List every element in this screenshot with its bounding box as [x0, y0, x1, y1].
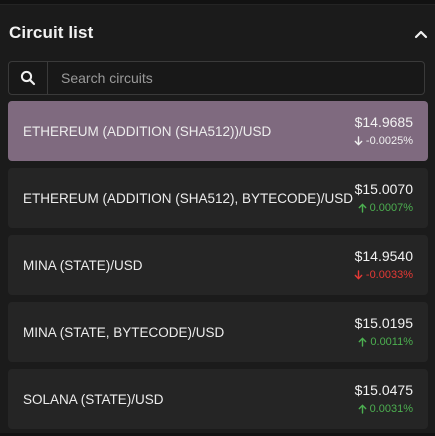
circuit-price: $14.9685 — [354, 114, 413, 130]
circuit-price: $15.0195 — [354, 315, 413, 331]
circuit-price: $15.0070 — [354, 181, 413, 197]
arrow-up-icon — [358, 203, 367, 213]
panel-header: Circuit list — [0, 5, 435, 61]
circuit-change: 0.0011% — [358, 336, 413, 348]
circuit-name: SOLANA (STATE)/USD — [23, 391, 164, 407]
arrow-up-icon — [358, 404, 367, 414]
search-icon — [20, 70, 36, 86]
circuit-price: $14.9540 — [354, 248, 413, 264]
circuit-name: MINA (STATE)/USD — [23, 257, 143, 273]
circuit-list-item[interactable]: ETHEREUM (ADDITION (SHA512), BYTECODE)/U… — [8, 168, 428, 228]
circuit-change: 0.0007% — [358, 202, 413, 214]
circuit-change-value: 0.0031% — [369, 403, 413, 415]
circuit-list-item[interactable]: ETHEREUM (ADDITION (SHA512))/USD $14.9685… — [8, 101, 428, 161]
circuit-change-value: -0.0033% — [365, 269, 413, 281]
arrow-down-icon — [354, 270, 363, 280]
circuit-list-item[interactable]: SOLANA (STATE)/USD $15.0475 0.0031% — [8, 369, 428, 429]
collapse-button[interactable] — [413, 27, 429, 41]
search-box — [8, 61, 425, 95]
search-input[interactable] — [48, 62, 418, 94]
search-button[interactable] — [9, 62, 48, 94]
circuit-name: MINA (STATE, BYTECODE)/USD — [23, 324, 225, 340]
circuit-name: ETHEREUM (ADDITION (SHA512))/USD — [23, 123, 272, 139]
circuit-price: $15.0475 — [354, 382, 413, 398]
circuit-change-value: -0.0025% — [365, 135, 413, 147]
chevron-up-icon — [414, 30, 428, 39]
arrow-up-icon — [358, 337, 367, 347]
panel-title: Circuit list — [9, 23, 94, 42]
arrow-down-icon — [354, 136, 363, 146]
circuit-change: -0.0033% — [354, 269, 413, 281]
circuit-change-value: 0.0011% — [370, 336, 413, 348]
circuit-change-value: 0.0007% — [369, 202, 413, 214]
circuit-list: ETHEREUM (ADDITION (SHA512))/USD $14.9685… — [8, 101, 428, 436]
circuit-list-item[interactable]: MINA (STATE, BYTECODE)/USD $15.0195 0.0011… — [8, 302, 428, 362]
circuit-list-panel: Circuit list ETHEREUM (ADDITION (SHA512)… — [0, 4, 435, 433]
circuit-list-item[interactable]: MINA (STATE)/USD $14.9540 -0.0033% — [8, 235, 428, 295]
circuit-change: 0.0031% — [358, 403, 413, 415]
circuit-name: ETHEREUM (ADDITION (SHA512), BYTECODE)/U… — [23, 190, 354, 206]
circuit-change: -0.0025% — [354, 135, 413, 147]
